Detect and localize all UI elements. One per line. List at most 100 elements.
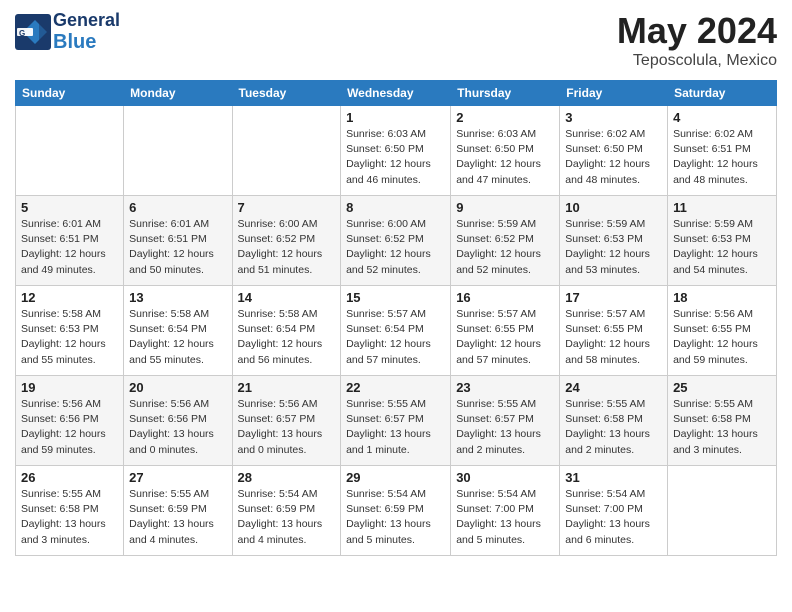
calendar-cell: 28 Sunrise: 5:54 AMSunset: 6:59 PMDayligh… — [232, 466, 341, 556]
header-saturday: Saturday — [668, 81, 777, 106]
day-info: Sunrise: 6:02 AMSunset: 6:50 PMDaylight:… — [565, 127, 662, 188]
location-title: Teposcolula, Mexico — [617, 52, 777, 70]
day-info: Sunrise: 5:54 AMSunset: 7:00 PMDaylight:… — [565, 487, 662, 548]
day-info: Sunrise: 6:01 AMSunset: 6:51 PMDaylight:… — [21, 217, 118, 278]
calendar-cell: 13Sunrise: 5:58 AMSunset: 6:54 PMDayligh… — [124, 286, 232, 376]
day-number: 8 — [346, 200, 445, 215]
header-tuesday: Tuesday — [232, 81, 341, 106]
calendar-cell — [232, 106, 341, 196]
header-wednesday: Wednesday — [341, 81, 451, 106]
day-number: 5 — [21, 200, 118, 215]
day-info: Sunrise: 5:54 AMSunset: 6:59 PMDaylight:… — [346, 487, 445, 548]
calendar-cell: 5 Sunrise: 6:01 AMSunset: 6:51 PMDaylight… — [16, 196, 124, 286]
calendar-cell: 26 Sunrise: 5:55 AMSunset: 6:58 PMDayligh… — [16, 466, 124, 556]
calendar-cell: 11Sunrise: 5:59 AMSunset: 6:53 PMDayligh… — [668, 196, 777, 286]
day-info: Sunrise: 6:03 AMSunset: 6:50 PMDaylight:… — [346, 127, 445, 188]
day-info: Sunrise: 5:55 AMSunset: 6:58 PMDaylight:… — [21, 487, 118, 548]
day-info: Sunrise: 5:59 AMSunset: 6:53 PMDaylight:… — [673, 217, 771, 278]
day-number: 15 — [346, 290, 445, 305]
day-info: Sunrise: 6:02 AMSunset: 6:51 PMDaylight:… — [673, 127, 771, 188]
day-number: 16 — [456, 290, 554, 305]
header-friday: Friday — [560, 81, 668, 106]
day-info: Sunrise: 5:58 AMSunset: 6:54 PMDaylight:… — [129, 307, 226, 368]
month-title: May 2024 — [617, 10, 777, 52]
page-header: G General Blue May 2024 Teposcolula, Mex… — [15, 10, 777, 70]
calendar-week-row: 1 Sunrise: 6:03 AMSunset: 6:50 PMDaylight… — [16, 106, 777, 196]
calendar-cell: 25 Sunrise: 5:55 AMSunset: 6:58 PMDayligh… — [668, 376, 777, 466]
calendar-cell: 15 Sunrise: 5:57 AMSunset: 6:54 PMDayligh… — [341, 286, 451, 376]
calendar-cell: 29 Sunrise: 5:54 AMSunset: 6:59 PMDayligh… — [341, 466, 451, 556]
logo-icon: G — [15, 14, 51, 50]
calendar-week-row: 12 Sunrise: 5:58 AMSunset: 6:53 PMDayligh… — [16, 286, 777, 376]
calendar-cell: 6 Sunrise: 6:01 AMSunset: 6:51 PMDaylight… — [124, 196, 232, 286]
logo-blue: Blue — [53, 31, 96, 53]
day-info: Sunrise: 6:00 AMSunset: 6:52 PMDaylight:… — [238, 217, 336, 278]
calendar-cell: 24 Sunrise: 5:55 AMSunset: 6:58 PMDayligh… — [560, 376, 668, 466]
logo: G General Blue — [15, 10, 120, 54]
day-number: 20 — [129, 380, 226, 395]
calendar-week-row: 5 Sunrise: 6:01 AMSunset: 6:51 PMDaylight… — [16, 196, 777, 286]
day-info: Sunrise: 5:54 AMSunset: 6:59 PMDaylight:… — [238, 487, 336, 548]
day-info: Sunrise: 5:59 AMSunset: 6:52 PMDaylight:… — [456, 217, 554, 278]
day-info: Sunrise: 5:54 AMSunset: 7:00 PMDaylight:… — [456, 487, 554, 548]
day-number: 19 — [21, 380, 118, 395]
calendar-cell: 20 Sunrise: 5:56 AMSunset: 6:56 PMDayligh… — [124, 376, 232, 466]
day-number: 29 — [346, 470, 445, 485]
day-info: Sunrise: 6:01 AMSunset: 6:51 PMDaylight:… — [129, 217, 226, 278]
calendar-body: 1 Sunrise: 6:03 AMSunset: 6:50 PMDaylight… — [16, 106, 777, 556]
calendar-cell: 22Sunrise: 5:55 AMSunset: 6:57 PMDayligh… — [341, 376, 451, 466]
calendar-cell: 12 Sunrise: 5:58 AMSunset: 6:53 PMDayligh… — [16, 286, 124, 376]
day-number: 31 — [565, 470, 662, 485]
day-info: Sunrise: 5:58 AMSunset: 6:54 PMDaylight:… — [238, 307, 336, 368]
calendar-cell: 2 Sunrise: 6:03 AMSunset: 6:50 PMDaylight… — [451, 106, 560, 196]
calendar-cell: 10 Sunrise: 5:59 AMSunset: 6:53 PMDayligh… — [560, 196, 668, 286]
calendar-cell — [16, 106, 124, 196]
day-info: Sunrise: 5:55 AMSunset: 6:57 PMDaylight:… — [346, 397, 445, 458]
day-info: Sunrise: 6:03 AMSunset: 6:50 PMDaylight:… — [456, 127, 554, 188]
day-info: Sunrise: 5:56 AMSunset: 6:56 PMDaylight:… — [129, 397, 226, 458]
title-block: May 2024 Teposcolula, Mexico — [617, 10, 777, 70]
day-number: 18 — [673, 290, 771, 305]
day-info: Sunrise: 5:58 AMSunset: 6:53 PMDaylight:… — [21, 307, 118, 368]
day-number: 4 — [673, 110, 771, 125]
calendar-cell: 19 Sunrise: 5:56 AMSunset: 6:56 PMDayligh… — [16, 376, 124, 466]
day-info: Sunrise: 5:59 AMSunset: 6:53 PMDaylight:… — [565, 217, 662, 278]
weekday-header-row: Sunday Monday Tuesday Wednesday Thursday… — [16, 81, 777, 106]
day-number: 1 — [346, 110, 445, 125]
day-info: Sunrise: 6:00 AMSunset: 6:52 PMDaylight:… — [346, 217, 445, 278]
header-thursday: Thursday — [451, 81, 560, 106]
calendar-week-row: 19 Sunrise: 5:56 AMSunset: 6:56 PMDayligh… — [16, 376, 777, 466]
day-number: 12 — [21, 290, 118, 305]
calendar-cell — [668, 466, 777, 556]
calendar-cell: 31 Sunrise: 5:54 AMSunset: 7:00 PMDayligh… — [560, 466, 668, 556]
day-number: 21 — [238, 380, 336, 395]
day-number: 25 — [673, 380, 771, 395]
day-info: Sunrise: 5:56 AMSunset: 6:55 PMDaylight:… — [673, 307, 771, 368]
svg-text:G: G — [19, 29, 25, 38]
day-number: 2 — [456, 110, 554, 125]
header-sunday: Sunday — [16, 81, 124, 106]
day-info: Sunrise: 5:55 AMSunset: 6:57 PMDaylight:… — [456, 397, 554, 458]
day-number: 28 — [238, 470, 336, 485]
day-number: 3 — [565, 110, 662, 125]
day-info: Sunrise: 5:55 AMSunset: 6:58 PMDaylight:… — [673, 397, 771, 458]
day-number: 26 — [21, 470, 118, 485]
day-number: 17 — [565, 290, 662, 305]
day-info: Sunrise: 5:55 AMSunset: 6:58 PMDaylight:… — [565, 397, 662, 458]
day-number: 9 — [456, 200, 554, 215]
day-number: 10 — [565, 200, 662, 215]
day-info: Sunrise: 5:56 AMSunset: 6:56 PMDaylight:… — [21, 397, 118, 458]
day-number: 30 — [456, 470, 554, 485]
calendar-cell: 16Sunrise: 5:57 AMSunset: 6:55 PMDayligh… — [451, 286, 560, 376]
day-number: 14 — [238, 290, 336, 305]
day-info: Sunrise: 5:56 AMSunset: 6:57 PMDaylight:… — [238, 397, 336, 458]
day-number: 6 — [129, 200, 226, 215]
header-monday: Monday — [124, 81, 232, 106]
calendar-cell — [124, 106, 232, 196]
day-info: Sunrise: 5:57 AMSunset: 6:54 PMDaylight:… — [346, 307, 445, 368]
calendar-cell: 23Sunrise: 5:55 AMSunset: 6:57 PMDayligh… — [451, 376, 560, 466]
day-number: 24 — [565, 380, 662, 395]
calendar-cell: 27Sunrise: 5:55 AMSunset: 6:59 PMDayligh… — [124, 466, 232, 556]
calendar-cell: 4 Sunrise: 6:02 AMSunset: 6:51 PMDaylight… — [668, 106, 777, 196]
day-info: Sunrise: 5:57 AMSunset: 6:55 PMDaylight:… — [565, 307, 662, 368]
